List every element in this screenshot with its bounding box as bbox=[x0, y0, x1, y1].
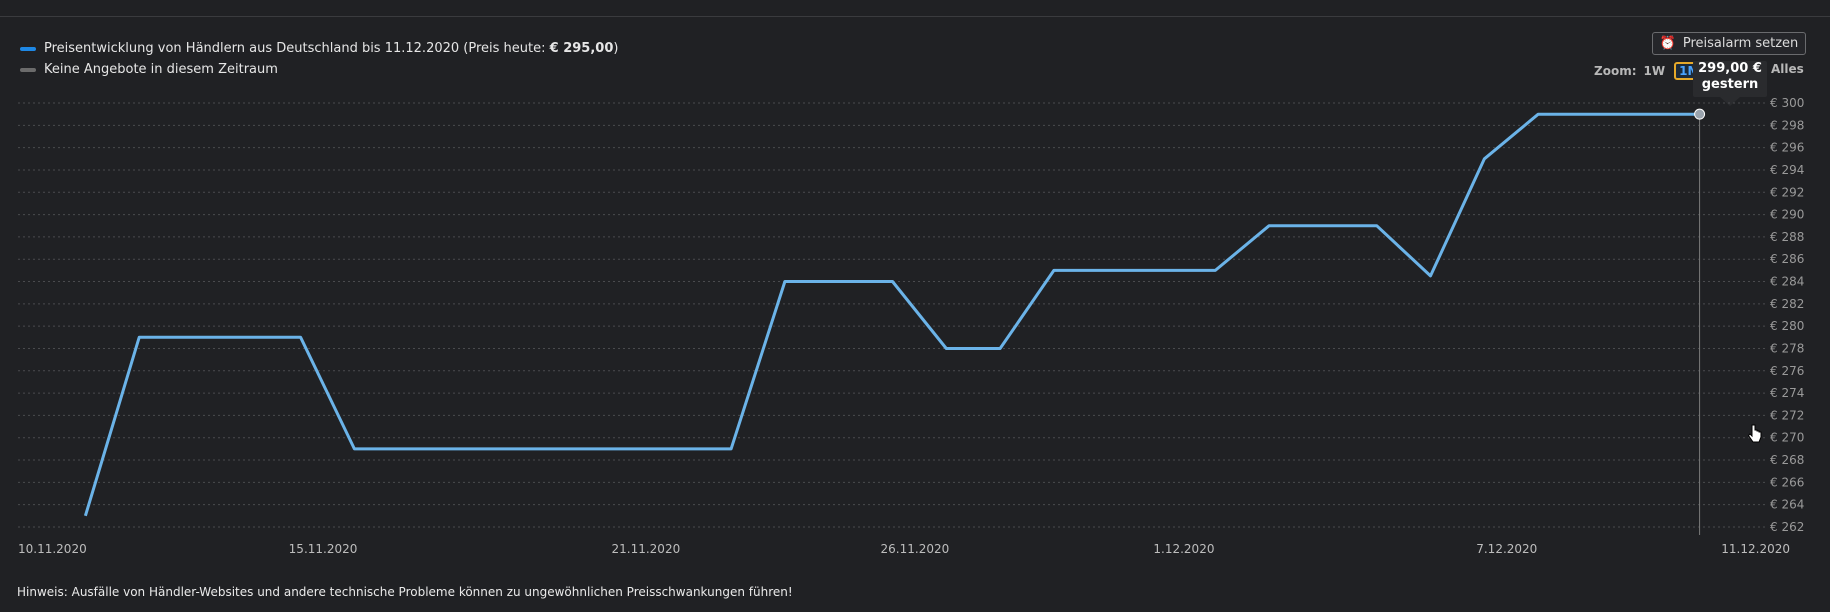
x-tick-label: 26.11.2020 bbox=[881, 542, 950, 556]
price-line bbox=[83, 112, 1700, 517]
y-tick-label: € 286 bbox=[1770, 252, 1804, 266]
disclaimer-note: Hinweis: Ausfälle von Händler-Websites u… bbox=[17, 585, 793, 599]
x-tick-label: 1.12.2020 bbox=[1153, 542, 1214, 556]
y-tick-label: € 296 bbox=[1770, 141, 1804, 155]
y-tick-label: € 268 bbox=[1770, 453, 1804, 467]
y-tick-label: € 270 bbox=[1770, 431, 1804, 445]
y-tick-label: € 298 bbox=[1770, 118, 1804, 132]
highlight-point bbox=[1694, 108, 1706, 120]
y-tick-label: € 290 bbox=[1770, 208, 1804, 222]
price-chart[interactable]: € 262 € 264 € 266 € 268 € 270 € 272 € 274 € 276… bbox=[0, 0, 1830, 570]
y-tick-label: € 292 bbox=[1770, 185, 1804, 199]
hand-cursor-icon bbox=[1747, 424, 1762, 443]
x-tick-label: 15.11.2020 bbox=[289, 542, 358, 556]
x-tick-label: 7.12.2020 bbox=[1476, 542, 1537, 556]
y-tick-label: € 300 bbox=[1770, 96, 1804, 110]
y-tick-label: € 274 bbox=[1770, 386, 1804, 400]
y-tick-label: € 262 bbox=[1770, 520, 1804, 534]
x-tick-label: 21.11.2020 bbox=[612, 542, 681, 556]
y-tick-label: € 288 bbox=[1770, 230, 1804, 244]
y-tick-label: € 280 bbox=[1770, 319, 1804, 333]
y-tick-label: € 264 bbox=[1770, 498, 1804, 512]
y-tick-label: € 278 bbox=[1770, 341, 1804, 355]
y-tick-label: € 266 bbox=[1770, 475, 1804, 489]
y-tick-label: € 294 bbox=[1770, 163, 1804, 177]
y-tick-label: € 276 bbox=[1770, 364, 1804, 378]
x-tick-label: 10.11.2020 bbox=[18, 542, 87, 556]
y-tick-label: € 284 bbox=[1770, 275, 1804, 289]
y-tick-label: € 282 bbox=[1770, 297, 1804, 311]
x-tick-label: 11.12.2020 bbox=[1721, 542, 1790, 556]
y-tick-label: € 272 bbox=[1770, 408, 1804, 422]
